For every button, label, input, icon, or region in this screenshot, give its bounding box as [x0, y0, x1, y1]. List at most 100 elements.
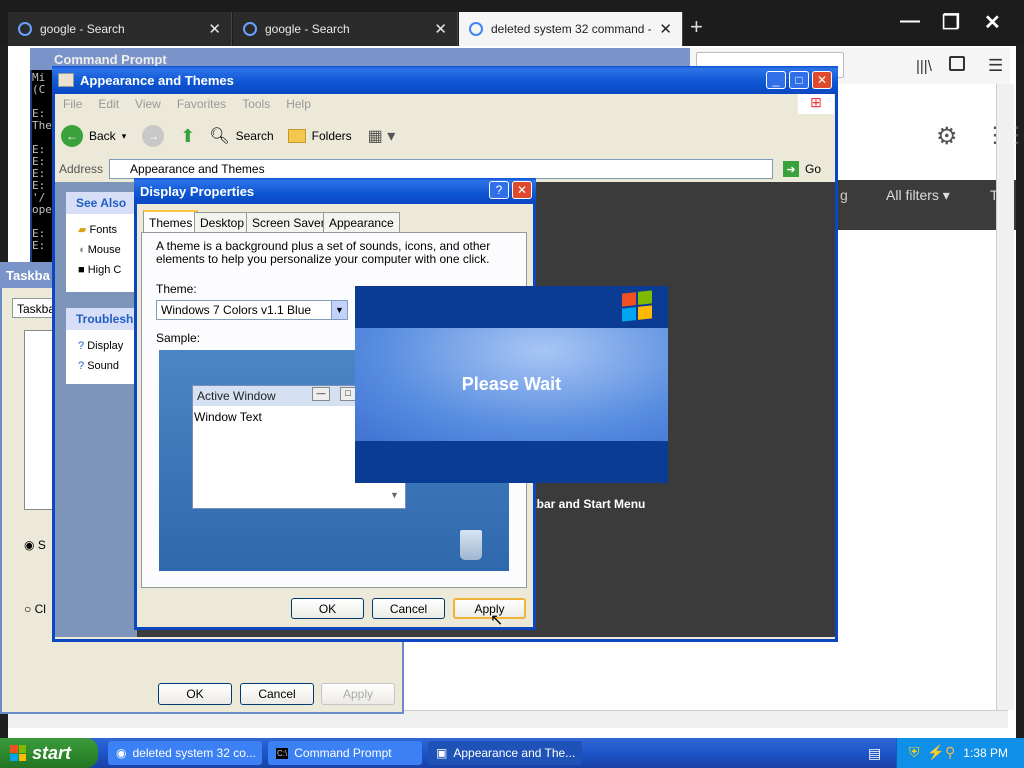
menu-tools[interactable]: Tools — [242, 97, 270, 111]
radio-option-1[interactable]: ◉ S — [24, 538, 46, 552]
close-button[interactable]: ✕ — [512, 181, 532, 199]
clock: 1:38 PM — [963, 746, 1008, 760]
link-display[interactable]: ? Display — [78, 336, 126, 356]
folders-icon — [287, 129, 306, 143]
task-appearance-themes[interactable]: ▣ Appearance and The... — [428, 741, 582, 765]
back-button[interactable]: Back — [89, 129, 116, 143]
google-icon — [469, 22, 483, 36]
menu-help[interactable]: Help — [286, 97, 311, 111]
shield-icon[interactable]: ⛨ — [909, 744, 920, 761]
sidebar-icon[interactable] — [949, 56, 965, 71]
all-filters-button[interactable]: All filters ▾ — [886, 187, 950, 204]
apply-button[interactable]: Apply — [321, 683, 395, 705]
menu-view[interactable]: View — [135, 97, 161, 111]
browser-tab-2[interactable]: google - Search ✕ — [233, 12, 458, 46]
go-button[interactable]: Go — [805, 162, 821, 176]
tab-screen-saver[interactable]: Screen Saver — [246, 212, 331, 232]
menu-favorites[interactable]: Favorites — [177, 97, 226, 111]
folder-icon: ▰ — [78, 224, 87, 236]
windows-flag-icon — [10, 745, 26, 761]
new-tab-button[interactable]: + — [690, 14, 703, 40]
windows-logo-icon — [622, 290, 652, 322]
task-command-prompt[interactable]: C:\ Command Prompt — [268, 741, 422, 765]
cancel-button[interactable]: Cancel — [372, 598, 445, 619]
settings-icon[interactable]: ⚙ — [936, 122, 958, 151]
search-button[interactable]: Search — [236, 129, 274, 143]
troubleshooters-title: Troublesh — [66, 308, 138, 330]
tab-appearance[interactable]: Appearance — [323, 212, 400, 232]
link-sound[interactable]: ? Sound — [78, 356, 126, 376]
forward-arrow-icon[interactable]: → — [142, 125, 165, 147]
ok-button[interactable]: OK — [291, 598, 364, 619]
windows-logo-icon: ⊞ — [798, 94, 834, 114]
menu-edit[interactable]: Edit — [98, 97, 119, 111]
maximize-button[interactable]: □ — [789, 71, 809, 89]
maximize-button[interactable]: ❐ — [942, 10, 960, 35]
help-icon: ? — [78, 360, 85, 372]
see-also-box: See Also ▰ Fonts ◖ Mouse ■ High C — [66, 192, 138, 292]
tab-themes[interactable]: Themes — [143, 210, 199, 233]
address-label: Address — [59, 162, 104, 176]
close-icon[interactable]: ✕ — [434, 20, 447, 38]
link-label: Display — [87, 340, 124, 352]
task-label: deleted system 32 co... — [132, 746, 256, 760]
sample-window-title: Active Window — [197, 389, 276, 403]
theme-value: Windows 7 Colors v1.1 Blue — [161, 303, 312, 317]
tab-desktop[interactable]: Desktop — [194, 212, 251, 232]
address-value: Appearance and Themes — [130, 162, 265, 176]
minimize-button[interactable]: — — [900, 10, 920, 33]
tab-taskbar[interactable]: Taskba — [12, 298, 56, 318]
browser-tab-3[interactable]: deleted system 32 command - Goo ✕ — [459, 12, 683, 46]
link-high-contrast[interactable]: ■ High C — [78, 260, 126, 280]
sample-maximize-icon: □ — [340, 387, 356, 401]
search-icon[interactable]: 🔍︎ — [209, 126, 229, 146]
library-icon[interactable]: |||\ — [916, 58, 932, 75]
close-button[interactable]: ✕ — [812, 71, 832, 89]
help-icon: ? — [78, 340, 85, 352]
task-link-taskbar-start-menu[interactable]: kbar and Start Menu — [530, 497, 645, 511]
address-field[interactable]: Appearance and Themes — [109, 159, 773, 179]
search-icon — [243, 22, 257, 36]
back-dropdown-icon[interactable]: ▾ — [122, 131, 127, 142]
search-tab-partial[interactable]: g — [840, 187, 848, 203]
menu-icon[interactable]: ☰ — [988, 56, 1003, 76]
link-label: Mouse — [87, 244, 121, 256]
task-browser[interactable]: ◉ deleted system 32 co... — [108, 741, 262, 765]
menu-bar: File Edit View Favorites Tools Help — [55, 94, 835, 114]
views-icon[interactable]: ▦ ▾ — [368, 126, 396, 146]
task-label: Appearance and The... — [453, 746, 576, 760]
window-title: Command Prompt — [54, 51, 167, 67]
chevron-down-icon[interactable]: ▼ — [331, 301, 347, 319]
browser-tab-1[interactable]: google - Search ✕ — [8, 12, 232, 46]
address-bar: Address Appearance and Themes ➜ Go — [55, 158, 835, 180]
console-output: Mi (C E: The E: E: E: E: '/ ope E: E: — [32, 71, 52, 252]
link-mouse[interactable]: ◖ Mouse — [78, 240, 126, 260]
page-scrollbar[interactable] — [996, 84, 1014, 710]
close-icon[interactable]: ✕ — [659, 20, 672, 38]
cancel-button[interactable]: Cancel — [240, 683, 314, 705]
back-arrow-icon[interactable]: ← — [61, 125, 83, 147]
browser-icon: ◉ — [116, 746, 127, 760]
radio-option-2[interactable]: ○ Cl — [24, 602, 46, 616]
window-title: Taskba — [0, 262, 60, 288]
link-fonts[interactable]: ▰ Fonts — [78, 220, 126, 240]
theme-select[interactable]: Windows 7 Colors v1.1 Blue ▼ — [156, 300, 348, 320]
sample-minimize-icon: — — [312, 387, 330, 401]
dialog-titlebar: Display Properties — [134, 178, 536, 204]
console-icon: C:\ — [276, 747, 289, 759]
network-icon[interactable]: ⚡ — [927, 744, 944, 761]
keyboard-icon[interactable]: ▤ — [868, 745, 881, 762]
minimize-button[interactable]: _ — [766, 71, 786, 89]
folders-button[interactable]: Folders — [312, 129, 352, 143]
ok-button[interactable]: OK — [158, 683, 232, 705]
go-arrow-icon[interactable]: ➜ — [782, 161, 799, 177]
close-button[interactable]: ✕ — [984, 10, 1001, 35]
search-icon[interactable]: ⚲ — [945, 744, 955, 761]
close-icon[interactable]: ✕ — [208, 20, 221, 38]
help-button[interactable]: ? — [489, 181, 509, 199]
menu-file[interactable]: File — [63, 97, 82, 111]
tab-title: google - Search — [40, 22, 125, 36]
taskbar-preview — [24, 330, 54, 510]
up-folder-icon[interactable]: ⬆ — [180, 126, 195, 147]
start-button[interactable]: start — [0, 738, 98, 768]
